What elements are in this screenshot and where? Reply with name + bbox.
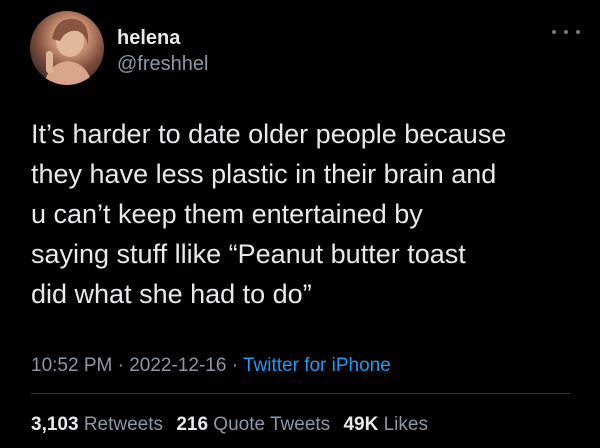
tweet-stats: 3,103 Retweets 216 Quote Tweets 49K Like… [31,414,436,436]
retweets-count: 3,103 [31,414,79,435]
more-options-icon[interactable] [552,26,580,38]
tweet-card: helena @freshhel It’s harder to date old… [0,0,600,448]
tweet-time[interactable]: 10:52 PM [31,355,112,376]
tweet-date[interactable]: 2022-12-16 [129,355,226,376]
retweets-stat[interactable]: 3,103 Retweets [31,414,163,435]
meta-separator: · [226,355,243,376]
dot [564,30,568,34]
tweet-meta: 10:52 PM · 2022-12-16 · Twitter for iPho… [31,355,391,377]
dot [552,30,556,34]
tweet-text: It’s harder to date older people because… [31,119,507,309]
quotes-count: 216 [176,414,209,435]
profile-photo-icon [44,18,92,85]
dot [576,30,580,34]
quote-tweets-stat[interactable]: 216 Quote Tweets [176,414,330,435]
avatar[interactable] [30,11,104,85]
likes-count: 49K [343,414,379,435]
quotes-label: Quote Tweets [213,414,331,435]
meta-separator: · [112,355,130,376]
user-handle[interactable]: @freshhel [117,53,208,76]
retweets-label: Retweets [83,414,164,435]
display-name[interactable]: helena [117,27,180,50]
likes-label: Likes [383,414,428,435]
likes-stat[interactable]: 49K Likes [343,414,428,435]
divider [31,393,570,394]
tweet-source-link[interactable]: Twitter for iPhone [243,355,391,376]
